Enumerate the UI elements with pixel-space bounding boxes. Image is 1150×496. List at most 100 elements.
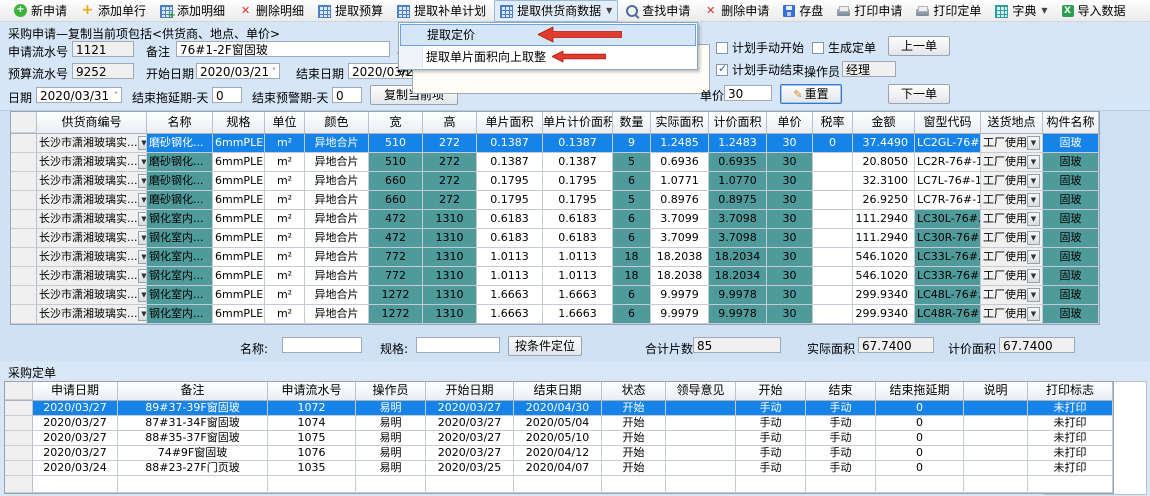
supplier-dropdown-button[interactable]: ▼: [138, 231, 148, 245]
toolbar-button-3[interactable]: 添加明细: [154, 0, 231, 22]
next-order-button[interactable]: 下一单: [888, 84, 950, 104]
order-column-header-13[interactable]: 打印标志: [1028, 382, 1113, 400]
supplier-dropdown-button[interactable]: ▼: [138, 269, 148, 283]
toolbar-button-4[interactable]: 删除明细: [233, 0, 310, 22]
supplier-dropdown-button[interactable]: ▼: [138, 193, 148, 207]
supplier-dropdown-button[interactable]: ▼: [138, 174, 148, 188]
column-header-7[interactable]: 高: [423, 112, 477, 133]
column-header-18[interactable]: 构件名称: [1043, 112, 1099, 133]
supplier-dropdown-button[interactable]: ▼: [138, 250, 148, 264]
toolbar-button-7[interactable]: 提取供货商数据▼: [494, 0, 618, 22]
column-header-16[interactable]: 窗型代码: [915, 112, 981, 133]
column-header-10[interactable]: 数量: [613, 112, 651, 133]
toolbar-button-1[interactable]: 新申请: [8, 0, 73, 22]
order-column-header-4[interactable]: 操作员: [356, 382, 426, 400]
table-row[interactable]: 长沙市潇湘玻璃实...▼钢化室内...6mmPLE...m²异地合片127213…: [11, 286, 1099, 305]
filter-name-input[interactable]: [282, 337, 362, 353]
checkbox-icon[interactable]: [716, 42, 728, 54]
table-row[interactable]: 长沙市潇湘玻璃实...▼钢化室内...6mmPLE...m²异地合片772131…: [11, 248, 1099, 267]
toolbar-button-9[interactable]: 删除申请: [698, 0, 775, 22]
order-column-header-1[interactable]: 申请日期: [33, 382, 118, 400]
generate-order-checkbox[interactable]: 生成定单: [812, 39, 876, 56]
delivery-location-dropdown-button[interactable]: ▼: [1027, 288, 1040, 302]
delivery-location-dropdown-button[interactable]: ▼: [1027, 307, 1040, 321]
order-row[interactable]: 2020/03/2788#35-37F窗固玻1075易明2020/03/2720…: [5, 431, 1113, 446]
table-row[interactable]: 长沙市潇湘玻璃实...▼磨砂钢化...6mmPLE...m²异地合片660272…: [11, 191, 1099, 210]
menu-item-2[interactable]: 提取单片面积向上取整: [400, 46, 696, 68]
toolbar-button-13[interactable]: 字典▼: [989, 0, 1053, 22]
supplier-dropdown-button[interactable]: ▼: [138, 212, 148, 226]
table-row[interactable]: 长沙市潇湘玻璃实...▼钢化室内...6mmPLE...m²异地合片127213…: [11, 305, 1099, 324]
toolbar-button-14[interactable]: 导入数据: [1056, 0, 1132, 22]
order-column-header-5[interactable]: 开始日期: [426, 382, 514, 400]
delivery-location-dropdown-button[interactable]: ▼: [1027, 174, 1040, 188]
order-row[interactable]: 2020/03/2787#31-34F窗固玻1074易明2020/03/2720…: [5, 416, 1113, 431]
delivery-location-dropdown-button[interactable]: ▼: [1027, 269, 1040, 283]
chevron-down-icon[interactable]: ˅: [114, 88, 118, 103]
column-header-14[interactable]: 税率: [813, 112, 853, 133]
delivery-location-dropdown-button[interactable]: ▼: [1027, 250, 1040, 264]
order-row[interactable]: 2020/03/2789#37-39F窗固玻1072易明2020/03/2720…: [5, 401, 1113, 416]
column-header-5[interactable]: 颜色: [305, 112, 369, 133]
order-row[interactable]: 2020/03/2488#23-27F门页玻1035易明2020/03/2520…: [5, 461, 1113, 476]
delivery-location-dropdown-button[interactable]: ▼: [1027, 212, 1040, 226]
remark-input[interactable]: 76#1-2F窗固玻: [176, 41, 390, 57]
column-header-3[interactable]: 规格: [213, 112, 265, 133]
toolbar-button-11[interactable]: 打印申请: [831, 0, 908, 22]
order-column-header-12[interactable]: 说明: [964, 382, 1028, 400]
supplier-dropdown-button[interactable]: ▼: [138, 288, 148, 302]
warning-days-input[interactable]: 0: [332, 87, 362, 103]
delivery-location-dropdown-button[interactable]: ▼: [1027, 193, 1040, 207]
column-header-12[interactable]: 计价面积: [709, 112, 767, 133]
locate-by-condition-button[interactable]: 按条件定位: [508, 336, 582, 356]
table-row[interactable]: 长沙市潇湘玻璃实...▼钢化室内...6mmPLE...m²异地合片472131…: [11, 210, 1099, 229]
supplier-dropdown-button[interactable]: ▼: [138, 307, 148, 321]
filter-spec-input[interactable]: [416, 337, 500, 353]
order-column-header-3[interactable]: 申请流水号: [268, 382, 356, 400]
previous-order-button[interactable]: 上一单: [888, 36, 950, 56]
column-header-4[interactable]: 单位: [265, 112, 305, 133]
toolbar-button-8[interactable]: 查找申请: [620, 0, 696, 22]
column-header-13[interactable]: 单价: [767, 112, 813, 133]
operator-input[interactable]: 经理: [842, 61, 896, 77]
column-header-17[interactable]: 送货地点: [981, 112, 1043, 133]
order-column-header-2[interactable]: 备注: [118, 382, 268, 400]
order-column-header-8[interactable]: 领导意见: [666, 382, 736, 400]
start-date-combo[interactable]: ˅2020/03/21: [196, 63, 280, 79]
chevron-down-icon[interactable]: ˅: [272, 64, 276, 79]
budget-serial-input[interactable]: 9252: [72, 63, 134, 79]
supplier-dropdown-button[interactable]: ▼: [138, 155, 148, 169]
toolbar-button-5[interactable]: 提取预算: [312, 0, 389, 22]
table-row[interactable]: 长沙市潇湘玻璃实...▼磨砂钢化...6mmPLE...m²异地合片660272…: [11, 172, 1099, 191]
column-header-2[interactable]: 名称: [147, 112, 213, 133]
column-header-11[interactable]: 实际面积: [651, 112, 709, 133]
supplier-dropdown-button[interactable]: ▼: [138, 136, 148, 150]
column-header-15[interactable]: 金额: [853, 112, 915, 133]
date-combo[interactable]: ˅2020/03/31: [36, 87, 122, 103]
checkbox-checked-icon[interactable]: [716, 64, 728, 76]
table-row[interactable]: 长沙市潇湘玻璃实...▼磨砂钢化...6mmPLE...m²异地合片510272…: [11, 134, 1099, 153]
column-header-9[interactable]: 单片计价面积: [543, 112, 613, 133]
order-column-header-7[interactable]: 状态: [602, 382, 666, 400]
table-row[interactable]: 长沙市潇湘玻璃实...▼钢化室内...6mmPLE...m²异地合片772131…: [11, 267, 1099, 286]
delay-days-input[interactable]: 0: [212, 87, 242, 103]
checkbox-icon[interactable]: [812, 42, 824, 54]
column-header-8[interactable]: 单片面积: [477, 112, 543, 133]
toolbar-button-6[interactable]: 提取补单计划: [391, 0, 492, 22]
manual-end-checkbox[interactable]: 计划手动结束: [716, 61, 804, 78]
order-column-header-6[interactable]: 结束日期: [514, 382, 602, 400]
toolbar-button-2[interactable]: 添加单行: [75, 0, 152, 22]
serial-input[interactable]: 1121: [72, 41, 134, 57]
toolbar-button-10[interactable]: 存盘: [777, 0, 829, 22]
order-row[interactable]: 2020/03/2774#9F窗固玻1076易明2020/03/272020/0…: [5, 446, 1113, 461]
reset-button[interactable]: ✎重置: [780, 84, 842, 104]
order-column-header-11[interactable]: 结束拖延期: [876, 382, 964, 400]
delivery-location-dropdown-button[interactable]: ▼: [1027, 155, 1040, 169]
manual-start-checkbox[interactable]: 计划手动开始: [716, 39, 804, 56]
column-header-1[interactable]: 供货商编号: [37, 112, 147, 133]
delivery-location-dropdown-button[interactable]: ▼: [1027, 136, 1040, 150]
unit-price-input[interactable]: 30: [724, 85, 772, 101]
delivery-location-dropdown-button[interactable]: ▼: [1027, 231, 1040, 245]
column-header-6[interactable]: 宽: [369, 112, 423, 133]
order-column-header-9[interactable]: 开始: [736, 382, 806, 400]
